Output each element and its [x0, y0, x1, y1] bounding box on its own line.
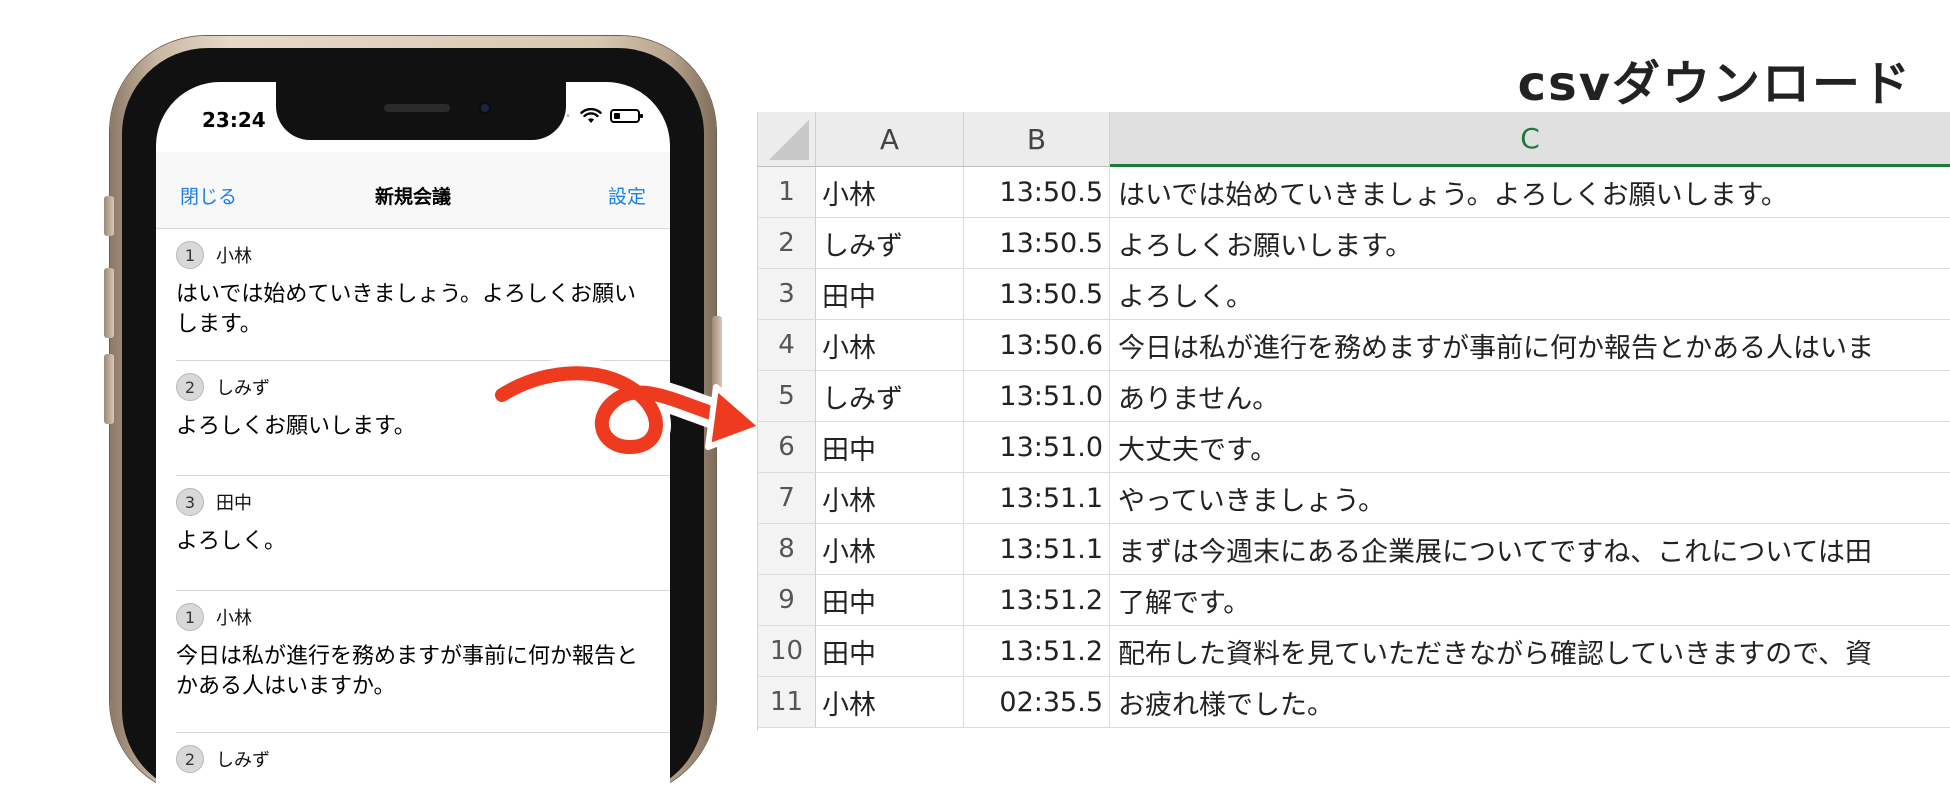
cell-speaker[interactable]: しみず [816, 371, 964, 422]
table-row: 3 田中 13:50.5 よろしく。 [758, 269, 1950, 320]
table-row: 8 小林 13:51.1 まずは今週末にある企業展についてですね、これについては… [758, 524, 1950, 575]
cell-speaker[interactable]: 田中 [816, 269, 964, 320]
speaker-name: しみず [216, 378, 270, 399]
csv-download-title: csvダウンロード [1517, 56, 1912, 112]
speaker-name: 田中 [216, 493, 252, 514]
table-row: 6 田中 13:51.0 大丈夫です。 [758, 422, 1950, 473]
page-title: 新規会議 [374, 186, 451, 208]
list-item[interactable]: 2 しみず [176, 744, 670, 774]
speaker-number-badge: 1 [176, 241, 204, 269]
table-row: 4 小林 13:50.6 今日は私が進行を務めますが事前に何か報告とかある人はい… [758, 320, 1950, 371]
cell-speaker[interactable]: しみず [816, 218, 964, 269]
row-number[interactable]: 4 [758, 320, 816, 371]
message-text: 今日は私が進行を務めますが事前に何か報告とかある人はいますか。 [176, 644, 639, 699]
row-number[interactable]: 3 [758, 269, 816, 320]
speaker-number-badge: 3 [176, 488, 204, 516]
cell-time[interactable]: 13:50.5 [964, 167, 1110, 218]
table-row: 1 小林 13:50.5 はいでは始めていきましょう。よろしくお願いします。 [758, 167, 1950, 218]
column-header-b[interactable]: B [964, 112, 1110, 167]
cell-speaker[interactable]: 田中 [816, 626, 964, 677]
settings-button[interactable]: 設定 [608, 182, 646, 209]
row-number[interactable]: 6 [758, 422, 816, 473]
row-number[interactable]: 7 [758, 473, 816, 524]
cell-text[interactable]: 今日は私が進行を務めますが事前に何か報告とかある人はいま [1110, 320, 1950, 371]
cell-time[interactable]: 13:50.6 [964, 320, 1110, 371]
earpiece-speaker [384, 104, 450, 112]
cell-time[interactable]: 02:35.5 [964, 677, 1110, 728]
cell-speaker[interactable]: 田中 [816, 575, 964, 626]
cell-text[interactable]: 了解です。 [1110, 575, 1950, 626]
row-number[interactable]: 9 [758, 575, 816, 626]
arrow-icon [490, 358, 767, 462]
column-header-c[interactable]: C [1110, 112, 1950, 167]
cell-speaker[interactable]: 小林 [816, 524, 964, 575]
cell-text[interactable]: よろしく。 [1110, 269, 1950, 320]
cell-text[interactable]: やっていきましょう。 [1110, 473, 1950, 524]
cell-time[interactable]: 13:51.0 [964, 371, 1110, 422]
cell-time[interactable]: 13:50.5 [964, 218, 1110, 269]
cell-text[interactable]: 大丈夫です。 [1110, 422, 1950, 473]
cell-time[interactable]: 13:51.1 [964, 524, 1110, 575]
speaker-number-badge: 2 [176, 373, 204, 401]
phone-volume-down-button [104, 354, 114, 424]
row-number[interactable]: 10 [758, 626, 816, 677]
cell-time[interactable]: 13:51.2 [964, 575, 1110, 626]
cell-speaker[interactable]: 小林 [816, 473, 964, 524]
spreadsheet: A B C 1 小林 13:50.5 はいでは始めていきましょう。よろしくお願い… [757, 112, 1950, 731]
cell-speaker[interactable]: 田中 [816, 422, 964, 473]
phone-notch [276, 82, 566, 140]
phone-side-button [104, 196, 114, 236]
cell-text[interactable]: お疲れ様でした。 [1110, 677, 1950, 728]
cell-text[interactable]: 配布した資料を見ていただきながら確認していきますので、資 [1110, 626, 1950, 677]
cell-text[interactable]: まずは今週末にある企業展についてですね、これについては田 [1110, 524, 1950, 575]
cell-time[interactable]: 13:51.2 [964, 626, 1110, 677]
cell-time[interactable]: 13:51.0 [964, 422, 1110, 473]
table-row: 11 小林 02:35.5 お疲れ様でした。 [758, 677, 1950, 728]
list-item[interactable]: 3 田中 よろしく。 [176, 487, 670, 557]
table-row: 5 しみず 13:51.0 ありません。 [758, 371, 1950, 422]
message-text: よろしく。 [176, 529, 287, 554]
message-text: はいでは始めていきましょう。よろしくお願いします。 [176, 282, 637, 337]
battery-icon [610, 109, 643, 123]
row-number[interactable]: 5 [758, 371, 816, 422]
row-number[interactable]: 8 [758, 524, 816, 575]
cell-text[interactable]: はいでは始めていきましょう。よろしくお願いします。 [1110, 167, 1950, 218]
cell-text[interactable]: よろしくお願いします。 [1110, 218, 1950, 269]
cell-speaker[interactable]: 小林 [816, 167, 964, 218]
front-camera [478, 101, 492, 115]
list-item[interactable]: 1 小林 今日は私が進行を務めますが事前に何か報告とかある人はいますか。 [176, 602, 670, 702]
cell-speaker[interactable]: 小林 [816, 320, 964, 371]
table-row: 7 小林 13:51.1 やっていきましょう。 [758, 473, 1950, 524]
phone-volume-up-button [104, 268, 114, 338]
speaker-name: 小林 [216, 608, 252, 629]
divider [176, 732, 670, 733]
table-row: 2 しみず 13:50.5 よろしくお願いします。 [758, 218, 1950, 269]
row-number[interactable]: 2 [758, 218, 816, 269]
row-number[interactable]: 1 [758, 167, 816, 218]
speaker-number-badge: 1 [176, 603, 204, 631]
table-row: 9 田中 13:51.2 了解です。 [758, 575, 1950, 626]
speaker-number-badge: 2 [176, 745, 204, 773]
list-item[interactable]: 1 小林 はいでは始めていきましょう。よろしくお願いします。 [176, 240, 670, 340]
row-number[interactable]: 11 [758, 677, 816, 728]
speaker-name: しみず [216, 750, 270, 771]
divider [176, 475, 670, 476]
divider [176, 590, 670, 591]
status-time: 23:24 [202, 108, 266, 132]
table-row: 10 田中 13:51.2 配布した資料を見ていただきながら確認していきますので… [758, 626, 1950, 677]
cell-time[interactable]: 13:50.5 [964, 269, 1110, 320]
speaker-name: 小林 [216, 246, 252, 267]
cell-text[interactable]: ありません。 [1110, 371, 1950, 422]
select-all-corner[interactable] [758, 112, 816, 167]
cell-speaker[interactable]: 小林 [816, 677, 964, 728]
column-header-a[interactable]: A [816, 112, 964, 167]
cell-time[interactable]: 13:51.1 [964, 473, 1110, 524]
navigation-bar: 閉じる 新規会議 設定 [156, 152, 670, 229]
wifi-icon [580, 108, 602, 123]
